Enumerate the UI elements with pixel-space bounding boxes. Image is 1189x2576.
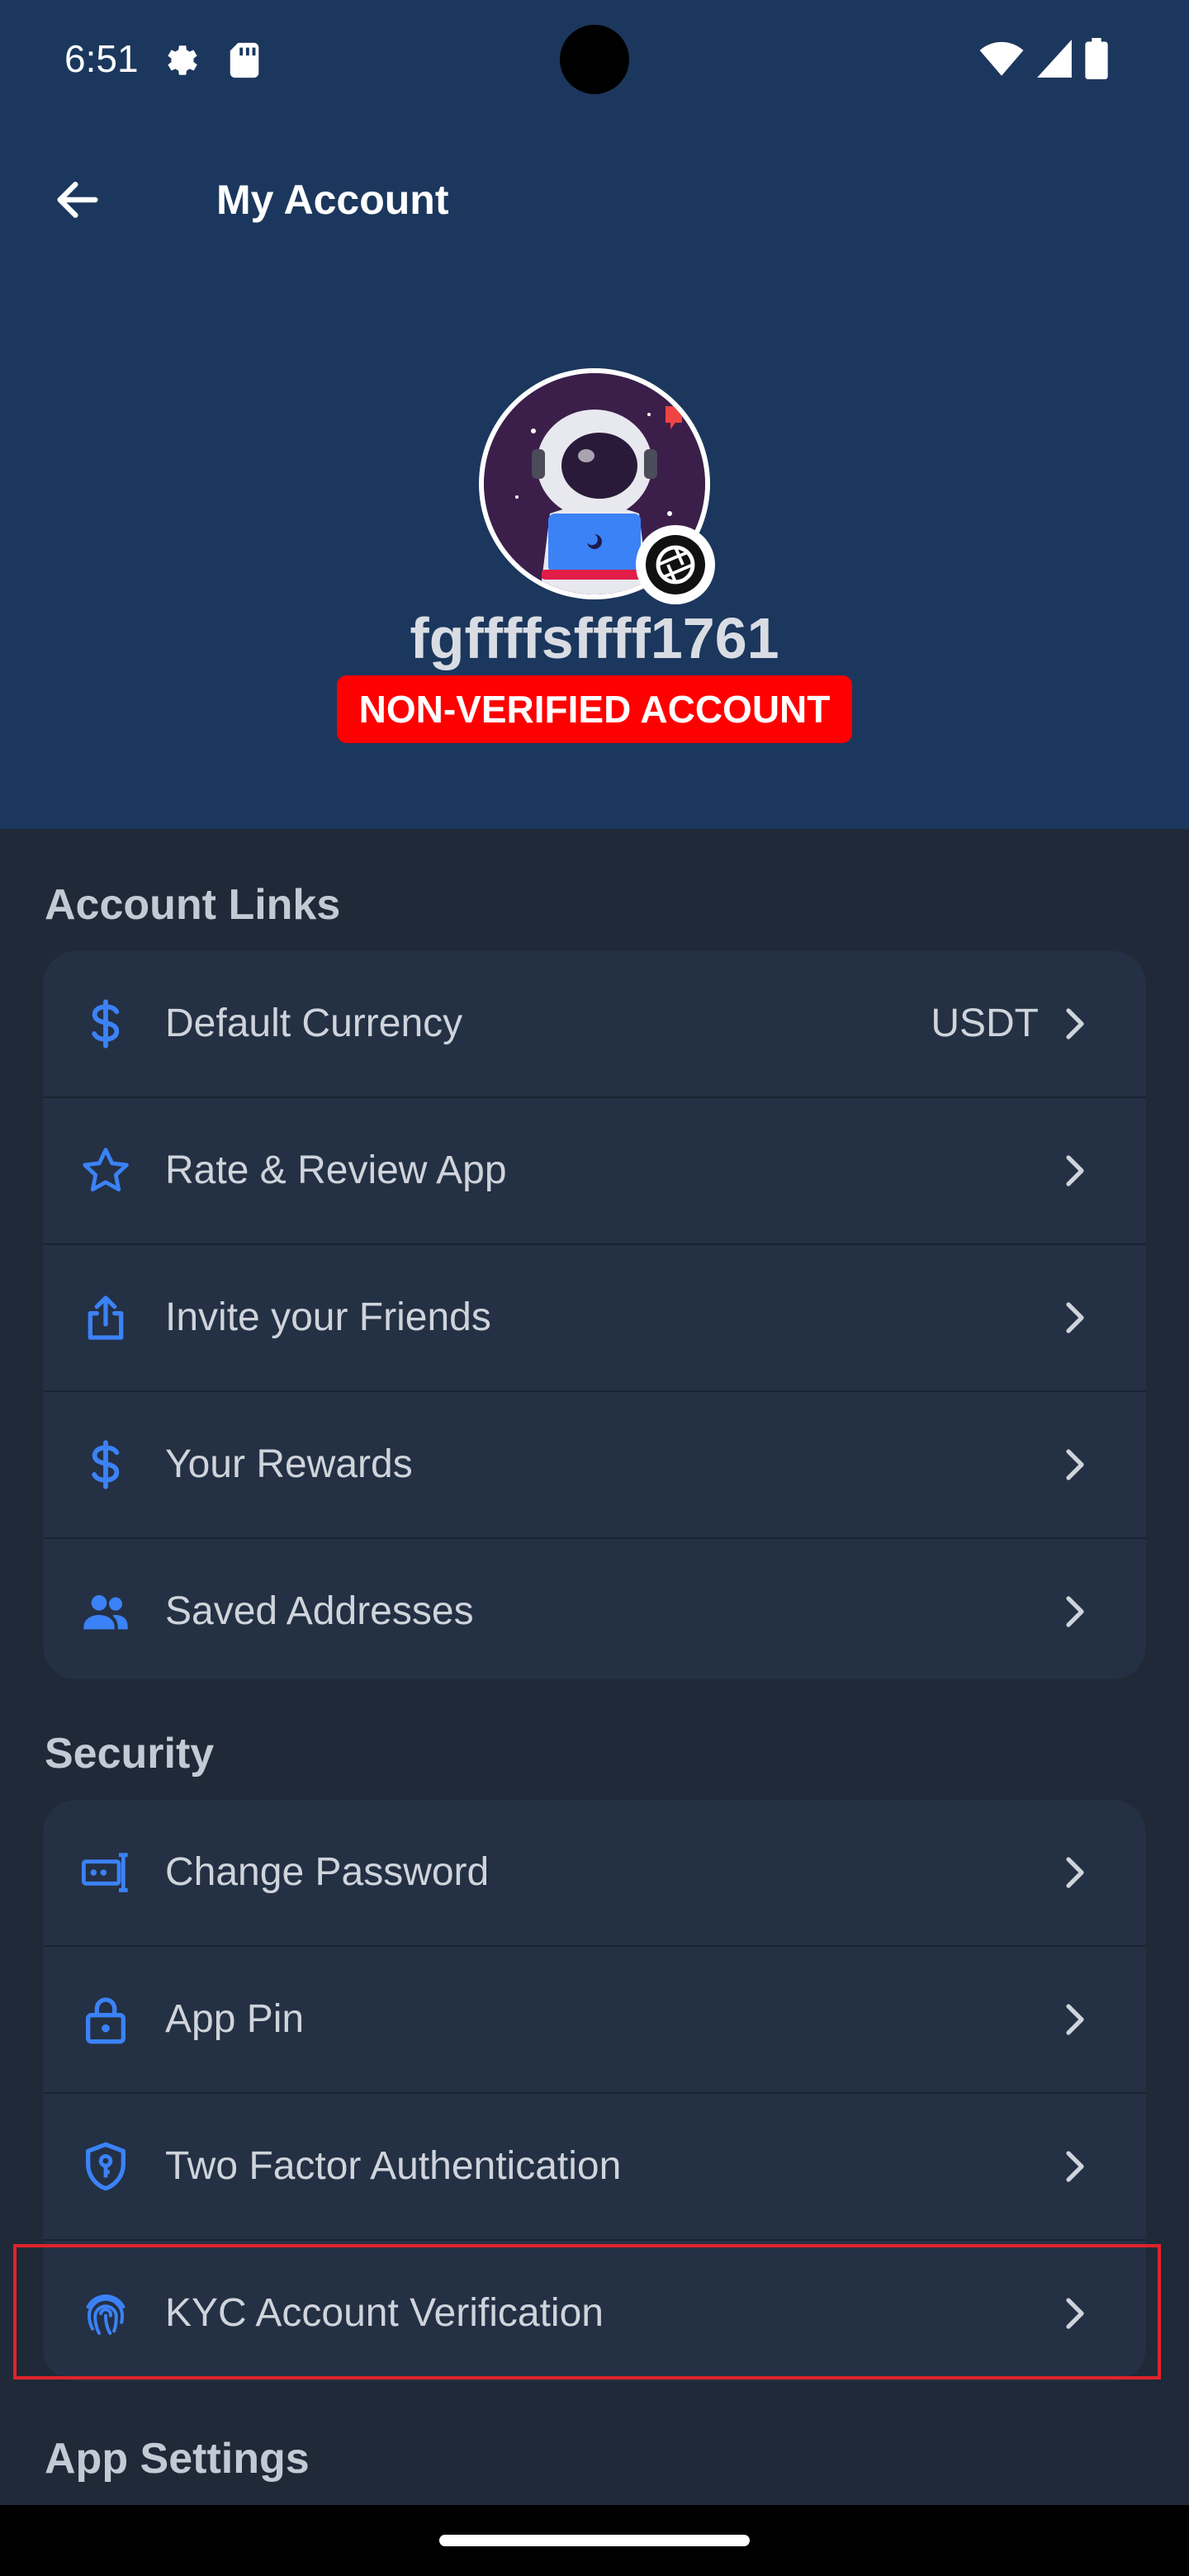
section-title-app-settings: App Settings	[45, 2435, 310, 2483]
row-label: KYC Account Verification	[165, 2291, 604, 2335]
currency-value: USDT	[931, 1002, 1039, 1045]
status-bar: 6:51	[0, 0, 1189, 124]
camera-aperture-icon	[646, 535, 705, 594]
wifi-icon	[979, 41, 1024, 76]
back-arrow-icon[interactable]	[51, 173, 104, 226]
row-label: App Pin	[165, 1997, 305, 2041]
section-title-security: Security	[45, 1730, 215, 1778]
chevron-right-icon	[1066, 1596, 1084, 1627]
gear-icon	[168, 45, 197, 75]
lock-icon	[86, 1997, 126, 2044]
saved-addresses-row[interactable]: Saved Addresses	[43, 1539, 1146, 1679]
invite-friends-row[interactable]: Invite your Friends	[43, 1245, 1146, 1390]
battery-icon	[1085, 38, 1108, 79]
row-label: Default Currency	[165, 1002, 463, 1045]
change-password-row[interactable]: Change Password	[43, 1800, 1146, 1945]
kyc-verification-row[interactable]: KYC Account Verification	[43, 2241, 1146, 2381]
chevron-right-icon	[1066, 1449, 1084, 1480]
row-label: Change Password	[165, 1850, 490, 1894]
star-icon	[83, 1148, 129, 1192]
your-rewards-row[interactable]: Your Rewards	[43, 1392, 1146, 1537]
share-icon	[88, 1295, 124, 1340]
row-label: Your Rewards	[165, 1442, 413, 1486]
chevron-right-icon	[1066, 2298, 1084, 2329]
chevron-right-icon	[1066, 1008, 1084, 1039]
two-factor-row[interactable]: Two Factor Authentication	[43, 2094, 1146, 2239]
row-label: Rate & Review App	[165, 1148, 507, 1192]
username: fgffffsffff1761	[410, 606, 779, 670]
section-title-account-links: Account Links	[45, 881, 341, 929]
row-label: Saved Addresses	[165, 1589, 474, 1633]
chevron-right-icon	[1066, 2151, 1084, 2182]
password-icon	[81, 1853, 128, 1892]
account-links-card: Default Currency USDT Rate & Review App …	[43, 951, 1146, 1679]
shield-key-icon	[86, 2142, 126, 2191]
security-card: Change Password App Pin Two Factor Authe…	[43, 1800, 1146, 2381]
chevron-right-icon	[1066, 1857, 1084, 1888]
app-pin-row[interactable]: App Pin	[43, 1947, 1146, 2092]
sd-card-icon	[230, 42, 259, 78]
rate-review-row[interactable]: Rate & Review App	[43, 1098, 1146, 1243]
chevron-right-icon	[1066, 1155, 1084, 1186]
home-indicator[interactable]	[439, 2535, 750, 2546]
chevron-right-icon	[1066, 1302, 1084, 1333]
default-currency-row[interactable]: Default Currency USDT	[43, 951, 1146, 1096]
dollar-icon	[92, 999, 120, 1049]
row-label: Invite your Friends	[165, 1295, 491, 1339]
signal-icon	[1037, 40, 1072, 78]
row-label: Two Factor Authentication	[165, 2144, 622, 2188]
change-photo-button[interactable]	[636, 525, 715, 604]
camera-cutout	[560, 25, 629, 94]
fingerprint-icon	[86, 2294, 126, 2335]
status-time: 6:51	[64, 37, 139, 80]
chevron-right-icon	[1066, 2004, 1084, 2035]
page-title: My Account	[216, 177, 449, 223]
verification-status-badge: NON-VERIFIED ACCOUNT	[337, 675, 852, 743]
people-icon	[83, 1595, 128, 1630]
dollar-icon	[92, 1440, 120, 1489]
